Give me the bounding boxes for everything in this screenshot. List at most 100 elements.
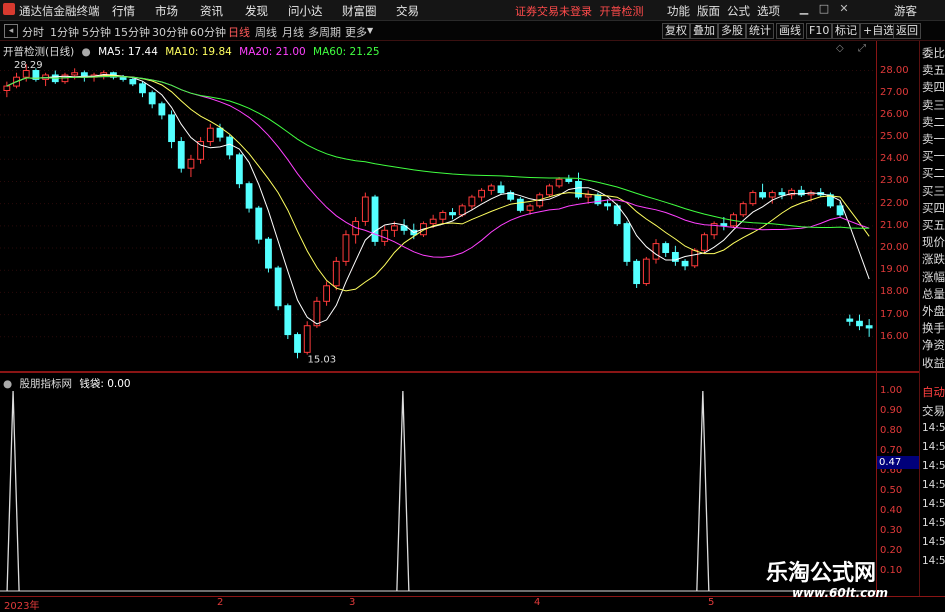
menu-market[interactable]: 市场	[155, 3, 178, 19]
watermark-url: www.60lt.com	[792, 586, 889, 600]
indicator-tick-label: 0.10	[880, 565, 903, 576]
candle-body	[390, 225, 398, 231]
indicator-current-value: 0.47	[877, 456, 921, 469]
side-trade-item: 14:56	[922, 555, 945, 567]
side-trade-item[interactable]: 自动	[922, 384, 945, 400]
side-label: 买一	[922, 149, 945, 164]
chart-diamond-icon[interactable]: ◇	[836, 43, 844, 54]
tool-rights-adjust[interactable]: 复权	[662, 23, 690, 39]
candle-body	[187, 158, 195, 169]
tool-multi-stock[interactable]: 多股	[718, 23, 746, 39]
tool-statistics[interactable]: 统计	[746, 23, 774, 39]
indicator-chart[interactable]: ● 股朋指标网 钱袋: 0.00	[0, 373, 876, 595]
candle-body	[584, 194, 592, 198]
candle-body	[478, 189, 486, 198]
side-label: 收益	[922, 355, 945, 370]
y-tick-label: 21.00	[880, 219, 909, 231]
y-tick-label: 17.00	[880, 308, 909, 320]
side-label: 卖三	[922, 97, 945, 112]
menu-fortune-circle[interactable]: 财富圈	[342, 3, 377, 19]
tf-multi-period[interactable]: 多周期	[308, 24, 341, 40]
tf-weekly[interactable]: 周线	[255, 24, 277, 40]
watermark-title: 乐淘公式网	[766, 561, 877, 586]
indicator-tick-label: 0.90	[880, 405, 903, 416]
candle-body	[303, 325, 311, 353]
low-price-label: 15.03	[308, 354, 337, 365]
indicator-tick-label: 1.00	[880, 385, 903, 396]
y-tick-label: 24.00	[880, 153, 909, 165]
candle-body	[497, 185, 505, 194]
menu-discover[interactable]: 发现	[245, 3, 268, 19]
tool-overlay[interactable]: 叠加	[690, 23, 718, 39]
menu-layout[interactable]: 版面	[697, 3, 720, 19]
side-label: 委比	[922, 46, 945, 60]
tf-more[interactable]: 更多	[345, 24, 367, 40]
date-label-apr: 4	[534, 597, 541, 608]
candle-body	[449, 212, 456, 216]
side-label: 涨幅	[922, 269, 945, 284]
tf-30min[interactable]: 30分钟	[152, 24, 188, 40]
trade-login-notice[interactable]: 证券交易未登录 开普检测	[515, 3, 644, 19]
candle-body	[623, 223, 631, 262]
menu-formula[interactable]: 公式	[727, 3, 750, 19]
candle-body	[633, 260, 641, 285]
menu-functions[interactable]: 功能	[667, 3, 690, 19]
tf-1min[interactable]: 1分钟	[50, 24, 79, 40]
tool-back[interactable]: 返回	[893, 23, 921, 39]
close-icon[interactable]: ✕	[837, 2, 851, 16]
side-trade-item: 14:56	[922, 479, 945, 491]
tool-add-watchlist[interactable]: +自选	[860, 23, 898, 39]
candle-body	[575, 180, 582, 198]
candle-body	[294, 334, 301, 353]
ma5-line	[6, 73, 870, 325]
tool-draw-line[interactable]: 画线	[776, 23, 804, 39]
candle-body	[662, 243, 670, 253]
candle-body	[148, 92, 156, 105]
side-label: 卖五	[922, 63, 945, 78]
minimize-icon[interactable]: ▁	[797, 2, 811, 16]
tf-60min[interactable]: 60分钟	[190, 24, 226, 40]
tf-15min[interactable]: 15分钟	[114, 24, 150, 40]
candle-body	[739, 203, 747, 216]
candle-body	[652, 243, 660, 260]
tf-intraday[interactable]: 分时	[22, 24, 44, 40]
candle-body	[129, 78, 137, 85]
candle-body	[759, 192, 766, 198]
menu-ask[interactable]: 问小达	[288, 3, 323, 19]
side-label: 现价	[922, 235, 945, 250]
tf-monthly[interactable]: 月线	[282, 24, 304, 40]
side-trade-item: 14:56	[922, 517, 945, 529]
menu-market-quotes[interactable]: 行情	[112, 3, 135, 19]
menu-news[interactable]: 资讯	[200, 3, 223, 19]
tf-more-chevron-icon[interactable]: ▼	[367, 26, 373, 35]
candle-body	[720, 223, 728, 227]
candle-body	[168, 114, 175, 143]
panel-toggle-icon[interactable]: ◂	[4, 24, 18, 38]
menu-options[interactable]: 选项	[757, 3, 780, 19]
stock-name-notice: 开普检测	[599, 5, 644, 18]
candle-body	[604, 203, 611, 207]
candle-body	[701, 234, 708, 251]
ma20-line	[6, 76, 870, 258]
tf-daily[interactable]: 日线	[228, 24, 250, 40]
candle-body	[487, 185, 495, 191]
indicator-tick-label: 0.80	[880, 425, 903, 436]
y-tick-label: 23.00	[880, 175, 909, 187]
y-tick-label: 20.00	[880, 242, 909, 254]
guest-user[interactable]: 游客	[894, 3, 917, 19]
tf-5min[interactable]: 5分钟	[82, 24, 111, 40]
maximize-icon[interactable]: □	[817, 2, 831, 16]
side-label: 卖四	[922, 80, 945, 95]
candle-body	[3, 85, 11, 92]
candle-body	[22, 70, 30, 78]
menu-trade[interactable]: 交易	[396, 3, 419, 19]
tool-mark[interactable]: 标记	[832, 23, 860, 39]
tool-f10[interactable]: F10	[806, 23, 833, 39]
signal-spike	[696, 390, 710, 592]
chart-expand-icon[interactable]: ⤢	[858, 43, 866, 54]
side-label: 买二	[922, 166, 945, 181]
side-trade-item: 14:56	[922, 441, 945, 453]
main-kline-chart[interactable]: 开普检测(日线) ● MA5: 17.44 MA10: 19.84 MA20: …	[0, 41, 876, 371]
date-label-feb: 2	[217, 597, 224, 608]
side-label: 卖一	[922, 132, 945, 146]
